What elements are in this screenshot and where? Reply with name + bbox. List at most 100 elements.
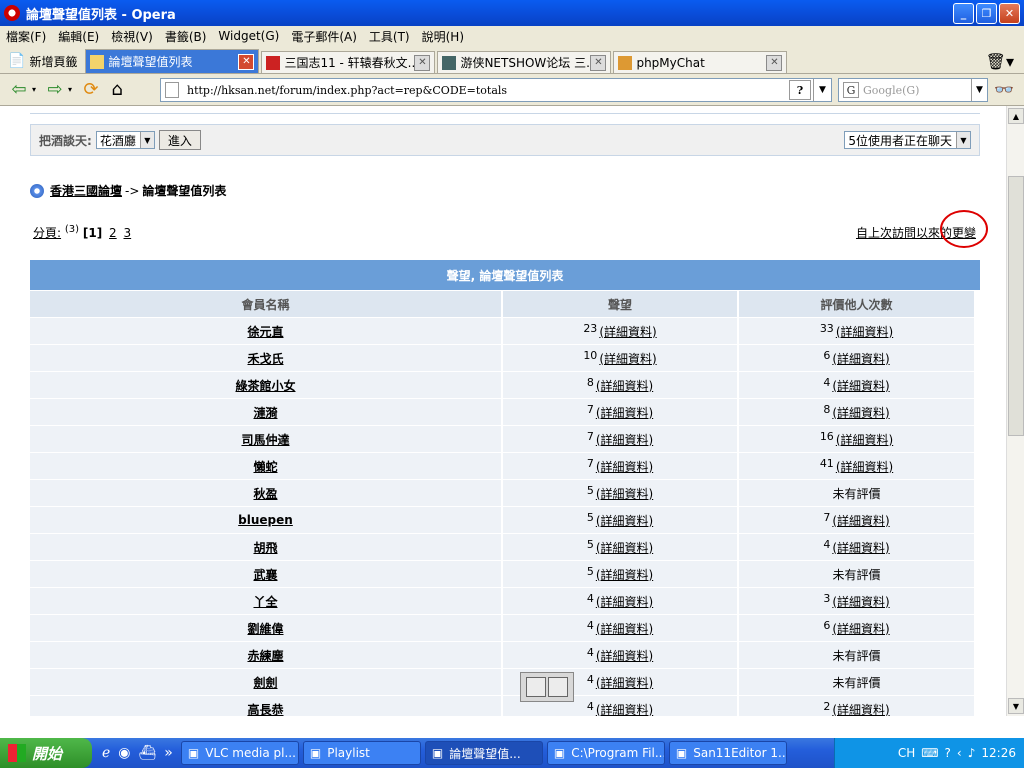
scroll-thumb[interactable]: [1008, 176, 1024, 436]
rated-details-link[interactable]: (詳細資料): [836, 323, 893, 340]
menu-item[interactable]: 書籤(B): [159, 28, 213, 45]
reputation-details-link[interactable]: (詳細資料): [596, 647, 653, 664]
address-field[interactable]: http://hksan.net/forum/index.php?act=rep…: [160, 78, 832, 102]
menu-item[interactable]: 工具(T): [363, 28, 416, 45]
chat-users-select[interactable]: 5位使用者正在聊天 ▼: [844, 131, 971, 149]
close-tab-icon[interactable]: ✕: [766, 54, 783, 71]
taskbar-button[interactable]: ▣ C:\Program Fil...: [546, 741, 665, 765]
ie-icon[interactable]: ℯ: [102, 745, 110, 761]
taskbar-button[interactable]: ▣ Playlist: [302, 741, 421, 765]
close-tab-icon[interactable]: ✕: [414, 54, 431, 71]
pagination-label[interactable]: 分頁:: [33, 226, 61, 240]
trash-icon[interactable]: 🗑▾: [986, 52, 1014, 71]
minimize-button[interactable]: _: [953, 2, 974, 24]
close-tab-icon[interactable]: ✕: [590, 54, 607, 71]
scroll-down-icon[interactable]: ▼: [1008, 698, 1024, 714]
start-button[interactable]: 開始: [0, 738, 92, 768]
rated-details-link[interactable]: (詳細資料): [836, 431, 893, 448]
ime-icon[interactable]: ⌨: [921, 746, 938, 760]
rated-details-link[interactable]: (詳細資料): [832, 620, 889, 637]
reputation-details-link[interactable]: (詳細資料): [596, 512, 653, 529]
new-tab-button[interactable]: 📄 新增頁籤: [0, 49, 81, 73]
rated-details-link[interactable]: (詳細資料): [832, 404, 889, 421]
forward-icon[interactable]: ⇨: [42, 77, 68, 103]
home-icon[interactable]: ⌂: [104, 77, 130, 103]
member-name-link[interactable]: 懶蛇: [253, 458, 277, 475]
tray-arrow-icon[interactable]: ‹: [957, 746, 962, 760]
quicklaunch-more-icon[interactable]: »: [164, 745, 173, 761]
member-name-link[interactable]: bluepen: [238, 513, 293, 527]
vertical-scrollbar[interactable]: ▲ ▼: [1006, 106, 1024, 716]
close-tab-icon[interactable]: ✕: [238, 53, 255, 70]
member-name-link[interactable]: 赤練塵: [247, 647, 283, 664]
rated-details-link[interactable]: (詳細資料): [832, 350, 889, 367]
forward-dropdown-icon[interactable]: ▾: [68, 85, 72, 94]
member-name-link[interactable]: 禾戈氏: [247, 350, 283, 367]
address-dropdown-icon[interactable]: ▼: [813, 79, 831, 101]
reload-icon[interactable]: ⟳: [78, 77, 104, 103]
member-name-link[interactable]: 高長恭: [247, 701, 283, 717]
rated-details-link[interactable]: (詳細資料): [832, 701, 889, 717]
member-name-link[interactable]: 劍劍: [253, 674, 277, 691]
reputation-details-link[interactable]: (詳細資料): [596, 539, 653, 556]
rated-details-link[interactable]: (詳細資料): [832, 377, 889, 394]
scroll-up-icon[interactable]: ▲: [1008, 108, 1024, 124]
reputation-details-link[interactable]: (詳細資料): [596, 431, 653, 448]
reputation-details-link[interactable]: (詳細資料): [596, 458, 653, 475]
reputation-details-link[interactable]: (詳細資料): [596, 593, 653, 610]
taskbar-button[interactable]: ▣ VLC media pl...: [180, 741, 299, 765]
floating-panel[interactable]: [520, 672, 574, 702]
back-dropdown-icon[interactable]: ▾: [32, 85, 36, 94]
help-icon[interactable]: ?: [945, 746, 951, 760]
firefox-icon[interactable]: ◉: [118, 745, 130, 761]
rated-details-link[interactable]: (詳細資料): [832, 539, 889, 556]
member-name-link[interactable]: 徐元直: [247, 323, 283, 340]
tab-2[interactable]: 三国志11 - 轩辕春秋文... ✕: [261, 51, 436, 73]
rated-details-link[interactable]: (詳細資料): [832, 512, 889, 529]
rated-details-link[interactable]: (詳細資料): [832, 593, 889, 610]
reputation-details-link[interactable]: (詳細資料): [599, 323, 656, 340]
reputation-details-link[interactable]: (詳細資料): [596, 377, 653, 394]
tab-3[interactable]: 游侠NETSHOW论坛 三... ✕: [437, 51, 612, 73]
search-field[interactable]: G Google(G) ▼: [838, 78, 988, 102]
tab-1[interactable]: 論壇聲望值列表 ✕: [85, 49, 260, 73]
reputation-details-link[interactable]: (詳細資料): [599, 350, 656, 367]
page-link[interactable]: 2: [109, 226, 117, 240]
restore-button[interactable]: ❐: [976, 2, 997, 24]
menu-item[interactable]: 編輯(E): [52, 28, 105, 45]
breadcrumb-home-link[interactable]: 香港三國論壇: [50, 182, 122, 199]
member-name-link[interactable]: 丫全: [253, 593, 277, 610]
menu-item[interactable]: 檔案(F): [0, 28, 52, 45]
reputation-details-link[interactable]: (詳細資料): [596, 566, 653, 583]
volume-icon[interactable]: ♪: [968, 746, 976, 760]
reputation-details-link[interactable]: (詳細資料): [596, 701, 653, 717]
back-icon[interactable]: ⇦: [6, 77, 32, 103]
reputation-details-link[interactable]: (詳細資料): [596, 404, 653, 421]
member-name-link[interactable]: 劉維偉: [247, 620, 283, 637]
tab-4[interactable]: phpMyChat ✕: [613, 51, 788, 73]
help-button[interactable]: ?: [789, 80, 811, 100]
page-link[interactable]: 3: [124, 226, 132, 240]
member-name-link[interactable]: 武襄: [253, 566, 277, 583]
taskbar-button[interactable]: ▣ San11Editor 1....: [668, 741, 787, 765]
search-dropdown-icon[interactable]: ▼: [971, 79, 987, 101]
menu-item[interactable]: 說明(H): [416, 28, 470, 45]
taskbar-button[interactable]: ▣ 論壇聲望值...: [424, 741, 543, 765]
menu-item[interactable]: 檢視(V): [105, 28, 159, 45]
member-name-link[interactable]: 漣漪: [253, 404, 277, 421]
menu-item[interactable]: Widget(G): [212, 29, 285, 43]
reputation-details-link[interactable]: (詳細資料): [596, 674, 653, 691]
reputation-details-link[interactable]: (詳細資料): [596, 485, 653, 502]
glasses-icon[interactable]: 👓: [994, 80, 1014, 99]
close-window-button[interactable]: ✕: [999, 2, 1020, 24]
member-name-link[interactable]: 胡飛: [253, 539, 277, 556]
menu-item[interactable]: 電子郵件(A): [285, 28, 363, 45]
chat-room-select[interactable]: 花酒廳 ▼: [95, 131, 155, 149]
member-name-link[interactable]: 司馬仲達: [241, 431, 289, 448]
enter-chat-button[interactable]: 進入: [158, 130, 201, 150]
reputation-details-link[interactable]: (詳細資料): [596, 620, 653, 637]
member-name-link[interactable]: 綠茶館小女: [235, 377, 295, 394]
language-indicator[interactable]: CH: [898, 746, 915, 760]
rated-details-link[interactable]: (詳細資料): [836, 458, 893, 475]
app-icon[interactable]: ⛴: [139, 745, 157, 761]
